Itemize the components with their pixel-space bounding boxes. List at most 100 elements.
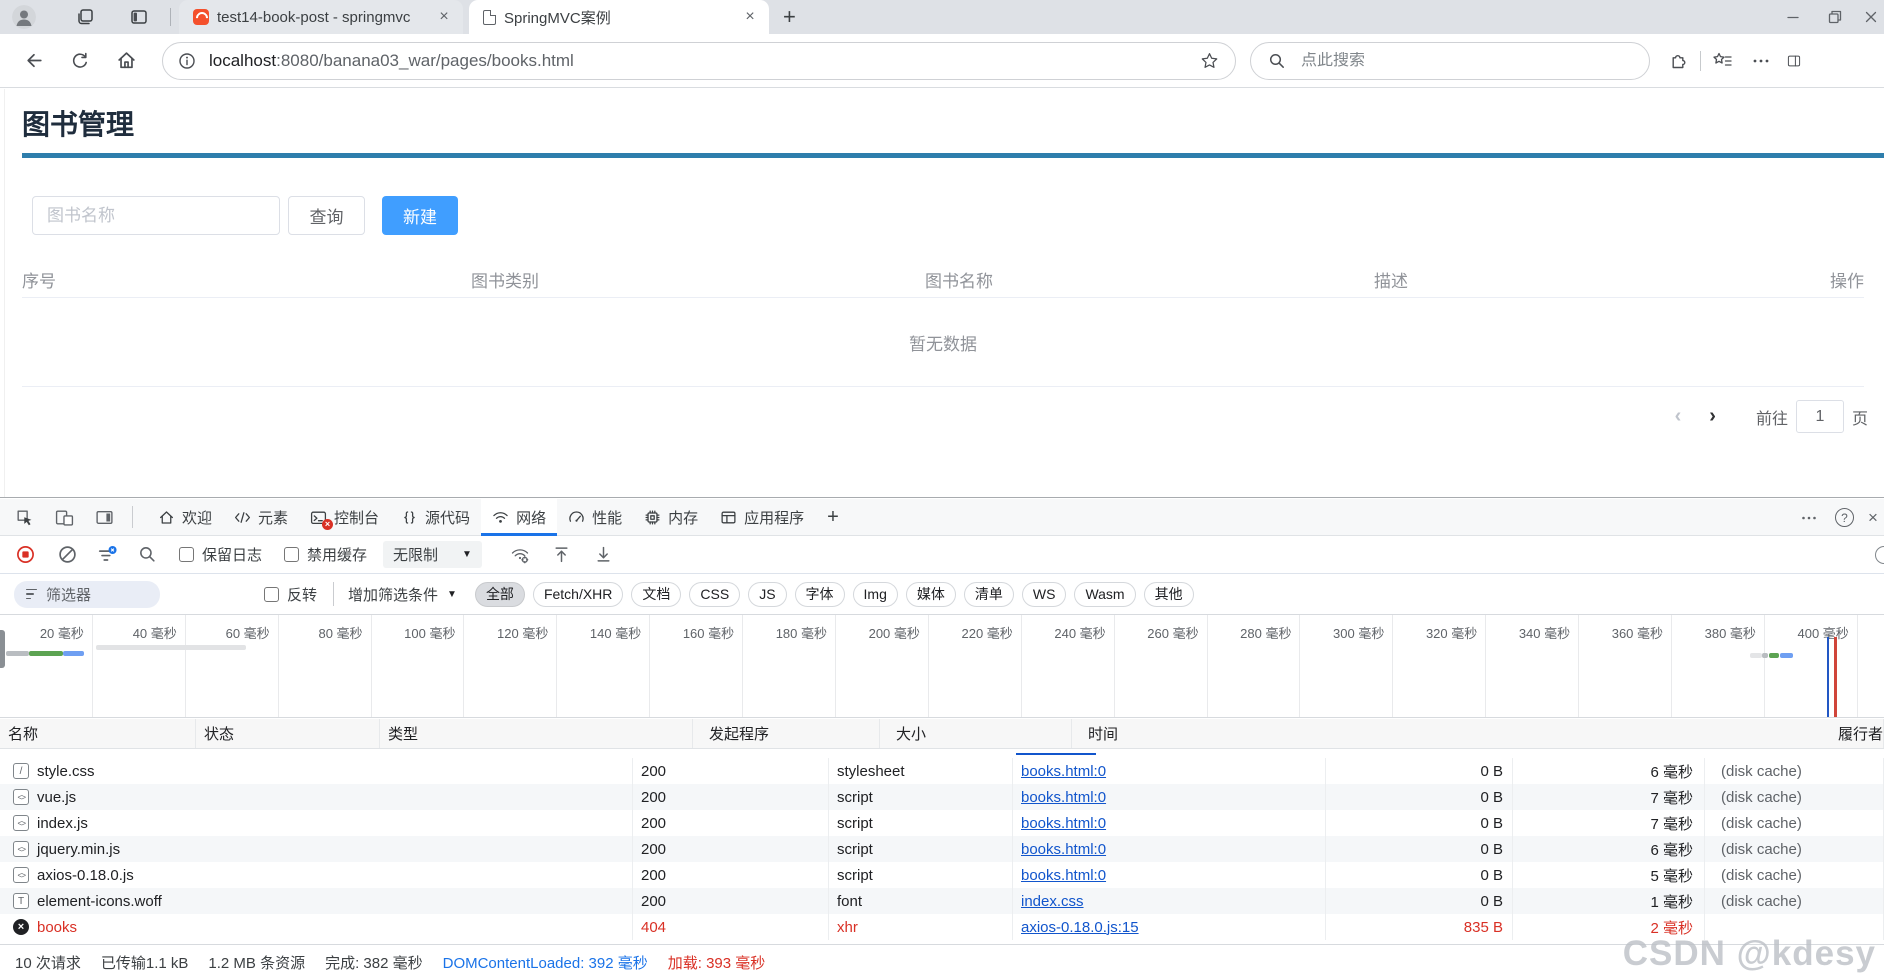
network-column-header[interactable]: 履行者 — [1830, 719, 1884, 748]
network-request-row[interactable]: jquery.min.js 200 script books.html:0 0 … — [0, 836, 1884, 862]
back-button[interactable] — [22, 49, 46, 73]
network-column-header[interactable]: 名称 — [0, 719, 196, 748]
devtools-tab-icon — [158, 509, 175, 526]
sidebar-partial-icon[interactable] — [1787, 49, 1801, 73]
clear-network-log-icon[interactable] — [57, 545, 77, 565]
refresh-button[interactable] — [68, 49, 92, 73]
initiator-link[interactable]: books.html:0 — [1021, 815, 1106, 832]
network-request-row[interactable]: style.css 200 stylesheet books.html:0 0 … — [0, 758, 1884, 784]
initiator-link[interactable]: books.html:0 — [1021, 789, 1106, 806]
timeline-bar-green — [1769, 653, 1779, 658]
favorites-list-icon[interactable] — [1711, 49, 1735, 73]
devtools-help-icon[interactable]: ? — [1835, 508, 1854, 527]
devtools-tab[interactable]: 应用程序 — [709, 499, 815, 536]
extensions-puzzle-icon[interactable] — [1666, 49, 1690, 73]
request-type-pill[interactable]: 媒体 — [905, 581, 956, 607]
request-type-pill[interactable]: 清单 — [963, 581, 1014, 607]
initiator-link[interactable]: books.html:0 — [1021, 763, 1106, 780]
request-type-pill[interactable]: JS — [748, 581, 787, 607]
network-request-row[interactable]: vue.js 200 script books.html:0 0 B 7 毫秒 … — [0, 784, 1884, 810]
tab-close-icon[interactable]: × — [435, 8, 453, 26]
device-toolbar-icon[interactable] — [52, 505, 76, 529]
query-button[interactable]: 查询 — [288, 196, 365, 235]
close-window-button[interactable] — [1856, 0, 1884, 34]
profile-avatar[interactable] — [12, 5, 36, 29]
network-request-row[interactable]: index.js 200 script books.html:0 0 B 7 毫… — [0, 810, 1884, 836]
devtools-tab[interactable]: 内存 — [633, 499, 709, 536]
favorite-star-icon[interactable] — [1197, 49, 1221, 73]
request-type-pill[interactable]: WS — [1021, 581, 1067, 607]
import-har-icon[interactable] — [552, 545, 572, 565]
throttling-select[interactable]: 无限制 ▼ — [383, 541, 482, 568]
filter-toggle-icon[interactable] — [97, 545, 117, 565]
create-button[interactable]: 新建 — [382, 196, 458, 235]
network-request-row[interactable]: books 404 xhr axios-0.18.0.js:15 835 B 2… — [0, 914, 1884, 940]
devtools-tab[interactable]: 控制台 — [299, 499, 390, 536]
search-box[interactable] — [1250, 41, 1650, 80]
network-column-header[interactable]: 大小 — [880, 719, 1072, 748]
page-number-input[interactable] — [1795, 400, 1844, 433]
disable-cache-checkbox[interactable] — [284, 547, 300, 562]
network-column-header[interactable]: 状态 — [196, 719, 380, 748]
devtools-tab[interactable]: 性能 — [557, 499, 633, 536]
inspect-element-icon[interactable] — [12, 505, 36, 529]
network-request-row[interactable]: element-icons.woff 200 font index.css 0 … — [0, 888, 1884, 914]
prev-page-button[interactable]: ‹ — [1661, 405, 1696, 428]
devtools-tab[interactable]: 源代码 — [390, 499, 481, 536]
book-name-input[interactable] — [32, 196, 280, 235]
initiator-link[interactable]: books.html:0 — [1021, 841, 1106, 858]
devtools-tab[interactable]: 网络 — [481, 498, 558, 536]
network-request-row[interactable]: axios-0.18.0.js 200 script books.html:0 … — [0, 862, 1884, 888]
initiator-link[interactable]: index.css — [1021, 893, 1084, 910]
browser-tab-springmvc-case[interactable]: SpringMVC案例 × — [469, 0, 769, 34]
request-type-pill[interactable]: 全部 — [474, 581, 525, 607]
browser-tab-springmvc-project[interactable]: test14-book-post - springmvc × — [179, 0, 463, 34]
preserve-log-checkbox[interactable] — [179, 547, 194, 562]
throttling-value: 无限制 — [393, 547, 439, 564]
request-type-pill[interactable]: Fetch/XHR — [532, 581, 624, 607]
request-size-cell: 0 B — [1326, 862, 1513, 888]
request-type-pill[interactable]: Wasm — [1074, 581, 1136, 607]
network-toolbar: 保留日志 禁用缓存 无限制 ▼ — [0, 536, 1884, 574]
address-bar[interactable]: localhost:8080/banana03_war/pages/books.… — [162, 41, 1236, 80]
network-conditions-icon[interactable] — [510, 545, 530, 565]
network-column-header[interactable]: 类型 — [380, 719, 693, 748]
initiator-link[interactable]: axios-0.18.0.js:15 — [1021, 919, 1139, 936]
dock-side-icon[interactable] — [92, 505, 116, 529]
more-menu-icon[interactable] — [1749, 49, 1773, 73]
more-t ools-plus-icon[interactable]: + — [827, 506, 839, 529]
devtools-more-icon[interactable] — [1797, 506, 1821, 530]
workspaces-icon[interactable] — [74, 6, 96, 28]
initiator-link[interactable]: books.html:0 — [1021, 867, 1106, 884]
record-stop-icon[interactable] — [15, 545, 35, 565]
add-filter-condition[interactable]: 增加筛选条件 ▼ — [348, 584, 457, 605]
site-info-icon[interactable] — [175, 49, 199, 73]
network-column-header[interactable]: 发起程序 — [693, 719, 880, 748]
home-button[interactable] — [114, 49, 138, 73]
network-column-header[interactable]: 时间 — [1072, 719, 1830, 748]
timeline-tick: 20 毫秒 — [0, 615, 93, 717]
request-type-pill[interactable]: CSS — [689, 581, 741, 607]
next-page-button[interactable]: › — [1695, 405, 1730, 428]
tab-close-icon[interactable]: × — [741, 8, 759, 26]
devtools-tab[interactable]: 元素 — [223, 499, 299, 536]
devtools-tabbar: 欢迎 元素 控制台 源代码 — [0, 498, 1884, 536]
filter-input[interactable]: 筛选器 — [14, 580, 160, 608]
request-size-cell: 0 B — [1326, 888, 1513, 914]
network-overview-timeline[interactable]: 20 毫秒 40 毫秒 60 毫秒 80 毫秒 100 毫秒 120 毫秒 140 毫秒 16… — [0, 614, 1884, 718]
request-type-pill[interactable]: Img — [852, 581, 898, 607]
request-type-pill[interactable]: 字体 — [794, 581, 845, 607]
devtools-tab[interactable]: 欢迎 — [147, 499, 223, 536]
invert-checkbox[interactable] — [264, 586, 279, 602]
devtools-close-icon[interactable]: × — [1868, 508, 1878, 528]
export-har-icon[interactable] — [594, 545, 614, 565]
new-tab-button[interactable]: + — [783, 6, 796, 28]
search-input[interactable] — [1301, 51, 1601, 70]
tab-actions-icon[interactable] — [128, 6, 150, 28]
request-type-pill[interactable]: 文档 — [631, 581, 682, 607]
minimize-button[interactable] — [1772, 0, 1814, 34]
timeline-tick: 240 毫秒 — [1022, 615, 1115, 717]
network-search-icon[interactable] — [137, 545, 157, 565]
restore-button[interactable] — [1814, 0, 1856, 34]
request-type-pill[interactable]: 其他 — [1143, 581, 1194, 607]
